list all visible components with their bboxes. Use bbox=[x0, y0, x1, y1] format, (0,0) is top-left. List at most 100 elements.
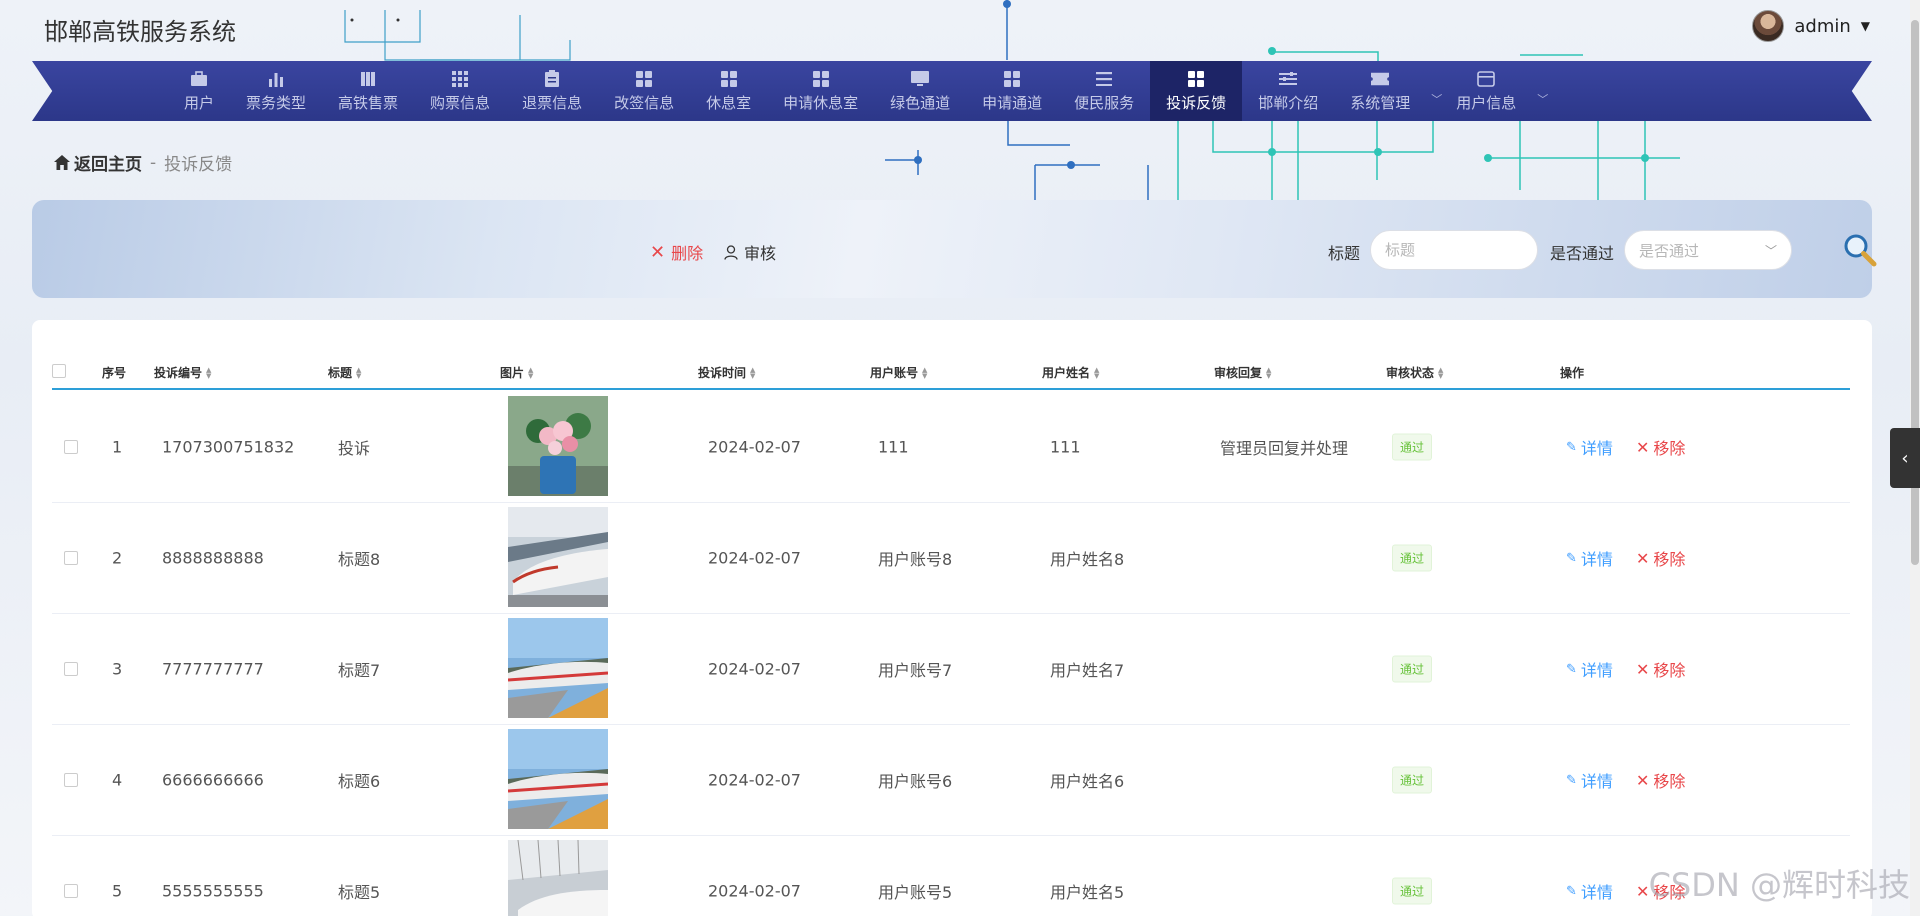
nav-item-12[interactable]: 邯郸介绍 bbox=[1242, 61, 1334, 121]
cell-code: 6666666666 bbox=[162, 770, 264, 790]
remove-button[interactable]: ✕ 移除 bbox=[1636, 657, 1685, 681]
breadcrumb-home-label[interactable]: 返回主页 bbox=[74, 150, 142, 175]
cell-code: 7777777777 bbox=[162, 659, 264, 679]
nav-item-7[interactable]: 申请休息室 bbox=[767, 61, 874, 121]
cell-image[interactable] bbox=[508, 840, 608, 916]
row-checkbox[interactable] bbox=[64, 773, 78, 787]
nav-item-0[interactable]: 用户 bbox=[168, 61, 230, 121]
select-all-checkbox[interactable] bbox=[52, 364, 66, 378]
row-checkbox[interactable] bbox=[64, 662, 78, 676]
sort-icon[interactable]: ▲ ▼ bbox=[1094, 366, 1099, 379]
row-checkbox[interactable] bbox=[64, 440, 78, 454]
remove-button[interactable]: ✕ 移除 bbox=[1636, 435, 1685, 459]
user-menu[interactable]: admin ▼ bbox=[1752, 10, 1870, 42]
nav-item-10[interactable]: 便民服务 bbox=[1058, 61, 1150, 121]
column-header-5[interactable]: 用户账号 ▲ ▼ bbox=[870, 364, 927, 381]
table-row[interactable]: 4 6666666666 标题6 2024-02-07 用户账号6 用户姓名6 通过 ✎ 详情 ✕… bbox=[52, 725, 1850, 836]
nav-item-label: 用户信息 bbox=[1456, 93, 1517, 112]
detail-button[interactable]: ✎ 详情 bbox=[1566, 768, 1613, 792]
close-icon: ✕ bbox=[1636, 770, 1650, 790]
audit-button[interactable]: 审核 bbox=[724, 240, 776, 264]
remove-button[interactable]: ✕ 移除 bbox=[1636, 768, 1685, 792]
sort-icon[interactable]: ▲ ▼ bbox=[356, 366, 361, 379]
title-search-input[interactable] bbox=[1370, 230, 1538, 270]
close-icon: ✕ bbox=[650, 241, 666, 263]
column-header-7[interactable]: 审核回复 ▲ ▼ bbox=[1214, 364, 1271, 381]
column-header-6[interactable]: 用户姓名 ▲ ▼ bbox=[1042, 364, 1099, 381]
sort-icon[interactable]: ▲ ▼ bbox=[922, 366, 927, 379]
cell-name: 用户姓名6 bbox=[1050, 772, 1125, 791]
sort-icon[interactable]: ▲ ▼ bbox=[1438, 366, 1443, 379]
nav-item-14[interactable]: 用户信息 ﹀ bbox=[1440, 61, 1548, 121]
pass-filter-label: 是否通过 bbox=[1550, 244, 1615, 263]
breadcrumb-home[interactable]: 返回主页 bbox=[54, 150, 142, 175]
cell-image[interactable] bbox=[508, 396, 608, 496]
table-row[interactable]: 1 1707300751832 投诉 2024-02-07 111 111 管理员回复并处理… bbox=[52, 392, 1850, 503]
nav-item-5[interactable]: 改签信息 bbox=[598, 61, 690, 121]
nav-item-8[interactable]: 绿色通道 bbox=[874, 61, 966, 121]
table-row[interactable]: 2 8888888888 标题8 2024-02-07 用户账号8 用户姓名8 通过 ✎ 详情 ✕… bbox=[52, 503, 1850, 614]
column-header-2[interactable]: 标题 ▲ ▼ bbox=[328, 364, 361, 381]
row-checkbox[interactable] bbox=[64, 551, 78, 565]
sort-icon[interactable]: ▲ ▼ bbox=[750, 366, 755, 379]
nav-item-11[interactable]: 投诉反馈 bbox=[1150, 61, 1243, 121]
nav-item-1[interactable]: 票务类型 bbox=[230, 61, 322, 121]
cell-image[interactable] bbox=[508, 507, 608, 607]
status-badge: 通过 bbox=[1392, 655, 1433, 683]
close-icon: ✕ bbox=[1636, 659, 1650, 679]
cell-title: 投诉 bbox=[338, 439, 371, 458]
column-header-label: 用户账号 bbox=[870, 366, 919, 380]
nav-item-3[interactable]: 购票信息 bbox=[414, 61, 506, 121]
remove-button[interactable]: ✕ 移除 bbox=[1636, 546, 1685, 570]
detail-button[interactable]: ✎ 详情 bbox=[1566, 435, 1613, 459]
cell-image[interactable] bbox=[508, 729, 608, 829]
close-icon: ✕ bbox=[1636, 437, 1650, 457]
cell-name: 用户姓名5 bbox=[1050, 883, 1125, 902]
user-name[interactable]: admin bbox=[1794, 16, 1850, 37]
detail-button[interactable]: ✎ 详情 bbox=[1566, 657, 1613, 681]
detail-button[interactable]: ✎ 详情 bbox=[1566, 546, 1613, 570]
column-header-9: 操作 bbox=[1560, 364, 1584, 381]
cell-image[interactable] bbox=[508, 618, 608, 718]
sort-icon[interactable]: ▲ ▼ bbox=[1266, 366, 1271, 379]
wallet-icon bbox=[1477, 70, 1496, 88]
caret-down-icon[interactable]: ▼ bbox=[1861, 19, 1870, 33]
side-panel-toggle[interactable]: ‹ bbox=[1890, 428, 1920, 488]
cell-time: 2024-02-07 bbox=[708, 548, 801, 568]
nav-item-label: 便民服务 bbox=[1074, 93, 1135, 112]
nav-item-label: 申请通道 bbox=[982, 93, 1043, 112]
table-row[interactable]: 3 7777777777 标题7 2024-02-07 用户账号7 用户姓名7 通过 ✎ 详情 ✕… bbox=[52, 614, 1850, 725]
chevron-left-icon: ‹ bbox=[1901, 447, 1909, 469]
search-icon[interactable] bbox=[1842, 232, 1878, 268]
cell-name: 用户姓名8 bbox=[1050, 550, 1125, 569]
nav-item-9[interactable]: 申请通道 bbox=[966, 61, 1058, 121]
column-header-8[interactable]: 审核状态 ▲ ▼ bbox=[1386, 364, 1443, 381]
nav-item-13[interactable]: 系统管理 ﹀ bbox=[1334, 61, 1442, 121]
cell-title: 标题8 bbox=[338, 550, 381, 569]
edit-icon: ✎ bbox=[1566, 772, 1577, 788]
nav-item-6[interactable]: 休息室 bbox=[690, 61, 767, 121]
sort-icon[interactable]: ▲ ▼ bbox=[528, 366, 533, 379]
table-row[interactable]: 5 5555555555 标题5 2024-02-07 用户账号5 用户姓名5 通过 ✎ 详情 ✕… bbox=[52, 836, 1850, 916]
nav-item-label: 绿色通道 bbox=[890, 93, 951, 112]
nav-items: 用户 票务类型 高铁售票 购票信息 退票信息 改签信息 休息室 申请休息室 绿色通道 申请通道 便民… bbox=[168, 61, 1548, 121]
pass-select[interactable]: 是否通过 ﹀ bbox=[1624, 230, 1792, 270]
cell-index: 2 bbox=[112, 548, 123, 568]
nav-item-2[interactable]: 高铁售票 bbox=[322, 61, 414, 121]
cell-index: 3 bbox=[112, 659, 123, 679]
grid9-icon bbox=[451, 70, 469, 88]
column-header-3[interactable]: 图片 ▲ ▼ bbox=[500, 364, 533, 381]
avatar[interactable] bbox=[1752, 10, 1785, 42]
detail-label: 详情 bbox=[1580, 550, 1613, 569]
delete-button[interactable]: ✕ 删除 bbox=[650, 240, 703, 264]
sort-icon[interactable]: ▲ ▼ bbox=[206, 366, 211, 379]
nav-item-label: 申请休息室 bbox=[783, 93, 859, 112]
column-header-label: 审核回复 bbox=[1214, 366, 1263, 380]
detail-button[interactable]: ✎ 详情 bbox=[1566, 879, 1613, 903]
column-header-label: 投诉时间 bbox=[698, 366, 747, 380]
row-checkbox[interactable] bbox=[64, 884, 78, 898]
column-header-1[interactable]: 投诉编号 ▲ ▼ bbox=[154, 364, 211, 381]
nav-item-4[interactable]: 退票信息 bbox=[506, 61, 598, 121]
column-header-4[interactable]: 投诉时间 ▲ ▼ bbox=[698, 364, 755, 381]
cell-index: 5 bbox=[112, 881, 123, 901]
